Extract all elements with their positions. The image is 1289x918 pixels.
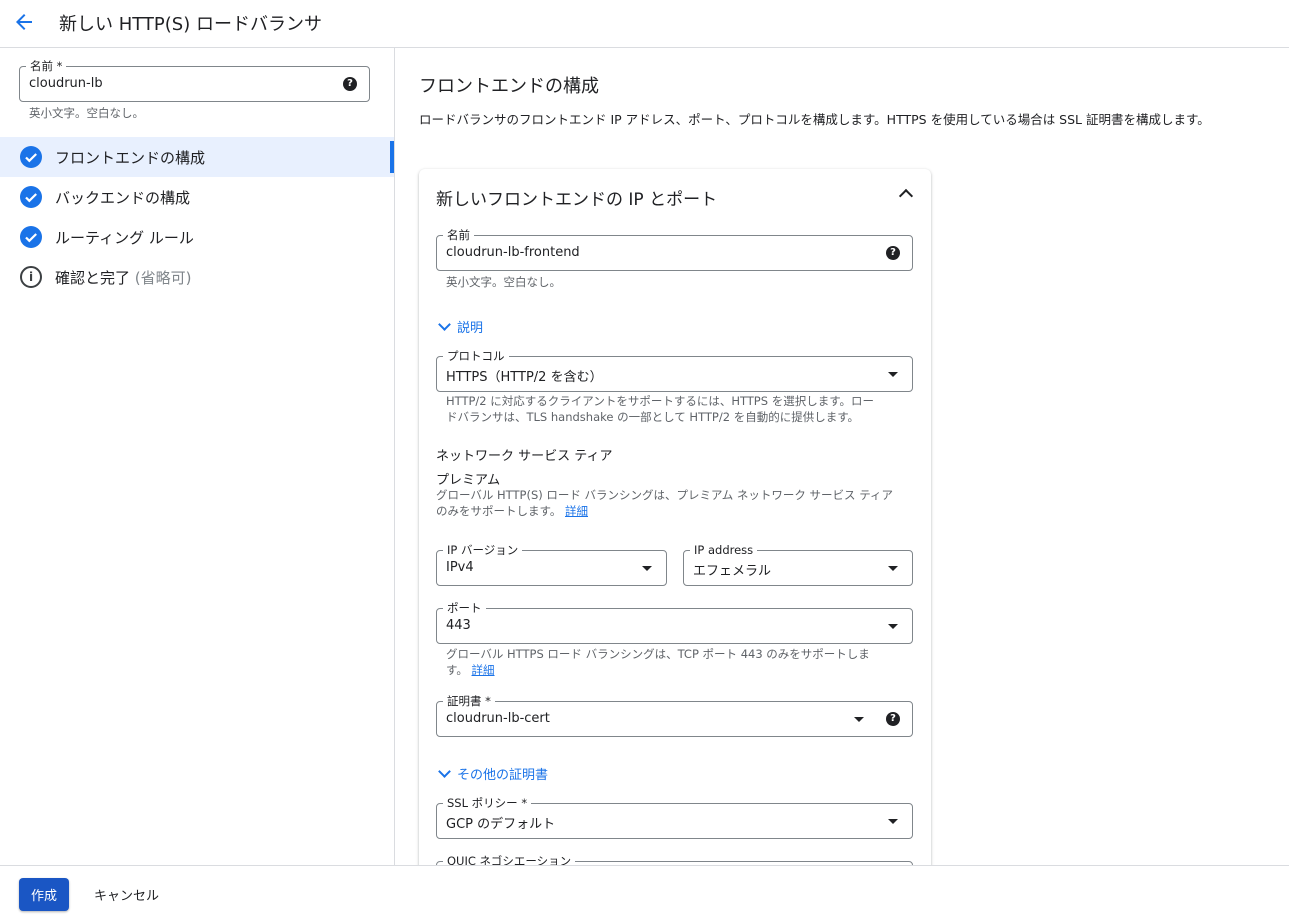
port-select[interactable]: ポート 443 bbox=[436, 600, 913, 644]
dropdown-arrow-icon bbox=[888, 624, 898, 629]
check-circle-icon bbox=[20, 146, 42, 168]
network-tier-details-link[interactable]: 詳細 bbox=[565, 504, 588, 518]
port-value: 443 bbox=[446, 618, 471, 633]
frontend-name-hint: 英小文字。空白なし。 bbox=[446, 275, 561, 289]
other-certs-label: その他の証明書 bbox=[457, 768, 549, 783]
dropdown-arrow-icon bbox=[642, 566, 652, 571]
network-tier-heading: ネットワーク サービス ティア bbox=[436, 449, 613, 464]
protocol-label: プロトコル bbox=[443, 348, 509, 364]
chevron-down-icon bbox=[438, 318, 451, 331]
step-frontend[interactable]: フロントエンドの構成 bbox=[0, 137, 394, 177]
protocol-value: HTTPS（HTTP/2 を含む） bbox=[446, 370, 603, 385]
sidebar: 名前 * cloudrun-lb ? 英小文字。空白なし。 フロントエンドの構成… bbox=[0, 48, 395, 865]
cancel-button[interactable]: キャンセル bbox=[84, 878, 169, 911]
certificate-select[interactable]: 証明書 * cloudrun-lb-cert ? bbox=[436, 693, 913, 737]
certificate-value: cloudrun-lb-cert bbox=[446, 711, 550, 726]
top-bar: 新しい HTTP(S) ロードバランサ bbox=[0, 0, 1289, 48]
step-review-label: 確認と完了 bbox=[55, 269, 131, 287]
frontend-card: 新しいフロントエンドの IP とポート 名前 cloudrun-lb-front… bbox=[419, 169, 931, 865]
other-certs-toggle[interactable]: その他の証明書 bbox=[436, 764, 548, 783]
step-label: フロントエンドの構成 bbox=[55, 149, 206, 167]
footer: 作成 キャンセル bbox=[0, 865, 1289, 918]
network-tier-value: プレミアム bbox=[436, 473, 501, 488]
certificate-label: 証明書 * bbox=[443, 693, 495, 709]
step-review[interactable]: i 確認と完了 (省略可) bbox=[0, 257, 394, 297]
ssl-policy-value: GCP のデフォルト bbox=[446, 817, 556, 832]
step-routing[interactable]: ルーティング ルール bbox=[0, 217, 394, 257]
lb-name-value[interactable]: cloudrun-lb bbox=[29, 76, 103, 91]
port-hint-1: グローバル HTTPS ロード バランシングは、TCP ポート 443 のみをサ… bbox=[446, 647, 870, 661]
protocol-select[interactable]: プロトコル HTTPS（HTTP/2 を含む） bbox=[436, 348, 913, 392]
active-indicator bbox=[390, 141, 394, 173]
dropdown-arrow-icon bbox=[888, 372, 898, 377]
create-button[interactable]: 作成 bbox=[19, 878, 69, 911]
ip-address-select[interactable]: IP address エフェメラル bbox=[683, 542, 913, 586]
chevron-down-icon bbox=[438, 765, 451, 778]
step-label: 確認と完了 (省略可) bbox=[55, 267, 192, 288]
section-description: ロードバランサのフロントエンド IP アドレス、ポート、プロトコルを構成します。… bbox=[419, 112, 1210, 127]
check-circle-icon bbox=[20, 186, 42, 208]
port-hint-2: す。 詳細 bbox=[446, 662, 495, 678]
ssl-policy-label: SSL ポリシー * bbox=[443, 795, 532, 811]
step-backend[interactable]: バックエンドの構成 bbox=[0, 177, 394, 217]
section-title: フロントエンドの構成 bbox=[419, 76, 599, 97]
card-title: 新しいフロントエンドの IP とポート bbox=[436, 190, 718, 210]
help-icon[interactable]: ? bbox=[886, 712, 900, 726]
ip-address-value: エフェメラル bbox=[693, 564, 772, 579]
help-icon[interactable]: ? bbox=[886, 246, 900, 260]
protocol-hint-2: ドバランサは、TLS handshake の一部として HTTP/2 を自動的に… bbox=[446, 410, 860, 424]
lb-name-field[interactable]: 名前 * cloudrun-lb ? bbox=[19, 58, 370, 102]
page-title: 新しい HTTP(S) ロードバランサ bbox=[59, 14, 322, 35]
dropdown-arrow-icon bbox=[888, 566, 898, 571]
port-label: ポート bbox=[443, 600, 486, 616]
network-tier-hint-text: のみをサポートします。 bbox=[436, 504, 562, 518]
protocol-hint-1: HTTP/2 に対応するクライアントをサポートするには、HTTPS を選択します… bbox=[446, 394, 875, 408]
port-details-link[interactable]: 詳細 bbox=[472, 663, 495, 677]
quic-label: QUIC ネゴシエーション bbox=[443, 853, 576, 865]
frontend-name-value[interactable]: cloudrun-lb-frontend bbox=[446, 245, 580, 260]
dropdown-arrow-icon bbox=[854, 717, 864, 722]
network-tier-hint-2: のみをサポートします。 詳細 bbox=[436, 503, 588, 519]
description-toggle[interactable]: 説明 bbox=[436, 317, 483, 336]
ip-address-label: IP address bbox=[690, 542, 758, 558]
description-toggle-label: 説明 bbox=[457, 321, 484, 336]
lb-name-hint: 英小文字。空白なし。 bbox=[29, 106, 144, 120]
arrow-back-icon[interactable] bbox=[12, 10, 36, 34]
ssl-policy-select[interactable]: SSL ポリシー * GCP のデフォルト bbox=[436, 795, 913, 839]
optional-label: (省略可) bbox=[134, 269, 192, 287]
ip-version-select[interactable]: IP バージョン IPv4 bbox=[436, 542, 667, 586]
step-label: バックエンドの構成 bbox=[55, 189, 191, 207]
ip-version-label: IP バージョン bbox=[443, 542, 523, 558]
check-circle-icon bbox=[20, 226, 42, 248]
ip-version-value: IPv4 bbox=[446, 560, 474, 575]
network-tier-hint-1: グローバル HTTP(S) ロード バランシングは、プレミアム ネットワーク サ… bbox=[436, 488, 894, 502]
info-icon: i bbox=[20, 266, 42, 288]
frontend-name-field[interactable]: 名前 cloudrun-lb-frontend ? bbox=[436, 227, 913, 271]
lb-name-label: 名前 * bbox=[26, 58, 67, 74]
chevron-up-icon[interactable] bbox=[898, 188, 914, 204]
step-label: ルーティング ルール bbox=[55, 229, 194, 247]
main-content: フロントエンドの構成 ロードバランサのフロントエンド IP アドレス、ポート、プ… bbox=[395, 48, 1289, 865]
port-hint-text: す。 bbox=[446, 663, 468, 677]
frontend-name-label: 名前 bbox=[443, 227, 474, 243]
help-icon[interactable]: ? bbox=[343, 77, 357, 91]
dropdown-arrow-icon bbox=[888, 819, 898, 824]
